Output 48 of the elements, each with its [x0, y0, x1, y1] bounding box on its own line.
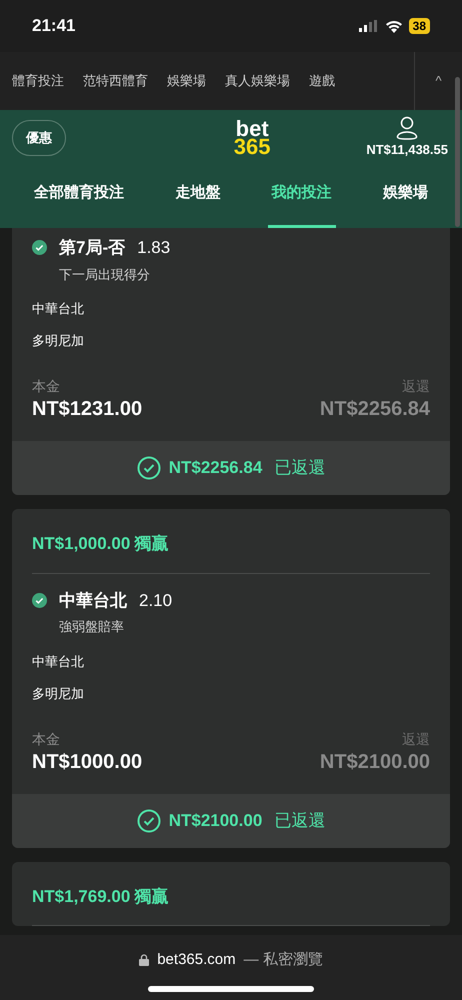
bet-amount: NT$1,769.00: [32, 886, 130, 908]
result-status: 已返還: [274, 457, 326, 480]
tab[interactable]: 走地盤: [171, 162, 224, 228]
return-amount: NT$2256.84: [320, 397, 430, 421]
clock: 21:41: [32, 15, 76, 38]
team-name: 多明尼加: [32, 684, 85, 702]
bet-type: 獨贏: [134, 533, 168, 555]
odds: 1.83: [137, 237, 170, 259]
return-label: 返還: [402, 377, 430, 396]
battery-indicator: 38: [408, 18, 430, 34]
stake-label: 本金: [32, 730, 61, 748]
nav-link[interactable]: 范特西體育: [83, 71, 148, 91]
collapse-button[interactable]: ^: [435, 71, 442, 91]
team-name: 多明尼加: [32, 332, 85, 350]
lock-icon: [139, 954, 150, 966]
check-circle-icon: [136, 808, 161, 832]
stake-amount: NT$1000.00: [32, 750, 142, 774]
signal-icon: [358, 20, 379, 32]
tab[interactable]: 娛樂場: [378, 162, 432, 228]
odds: 2.10: [139, 590, 172, 612]
account-icon[interactable]: [396, 116, 418, 140]
wifi-icon: [384, 20, 403, 32]
team-name: 中華台北: [32, 300, 85, 318]
market-name: 強弱盤賠率: [59, 618, 125, 636]
return-label: 返還: [402, 730, 430, 748]
result-amount: NT$2256.84: [168, 457, 262, 480]
stake-label: 本金: [32, 377, 61, 396]
selection-name: 第7局-否: [59, 237, 126, 259]
tab[interactable]: 全部體育投注: [30, 162, 128, 228]
nav-link[interactable]: 真人娛樂場: [225, 71, 290, 91]
bet-amount: NT$1,000.00: [32, 533, 130, 555]
url-domain[interactable]: bet365.com: [157, 949, 236, 972]
nav-link[interactable]: 體育投注: [12, 71, 64, 91]
selection-name: 中華台北: [59, 590, 127, 612]
team-name: 中華台北: [32, 652, 85, 670]
return-amount: NT$2100.00: [320, 750, 430, 774]
logo: bet 365: [234, 120, 271, 156]
result-status: 已返還: [274, 810, 326, 832]
market-name: 下一局出現得分: [59, 266, 151, 284]
nav-link[interactable]: 遊戲: [309, 71, 335, 91]
stake-amount: NT$1231.00: [32, 397, 142, 421]
browsing-mode: — 私密瀏覽: [244, 950, 323, 970]
nav-link[interactable]: 娛樂場: [167, 71, 206, 91]
balance: NT$11,438.55: [366, 141, 448, 160]
bet-type: 獨贏: [134, 886, 168, 908]
check-circle-icon: [136, 456, 161, 480]
offers-button[interactable]: 優惠: [12, 120, 66, 156]
result-amount: NT$2100.00: [168, 810, 262, 832]
